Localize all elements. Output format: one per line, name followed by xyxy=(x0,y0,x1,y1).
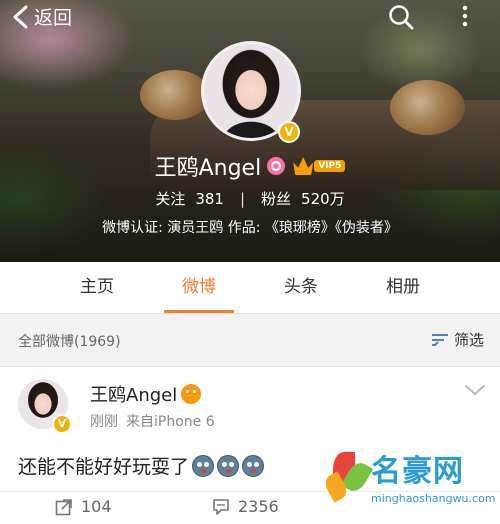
post-text-content: 还能不能好好玩耍了 xyxy=(18,456,190,478)
search-icon[interactable] xyxy=(387,3,415,31)
post-author-name[interactable]: 王鸥Angel xyxy=(90,381,177,407)
followers-stat[interactable]: 粉丝 520万 xyxy=(261,188,345,209)
filter-icon xyxy=(431,333,448,346)
watermark-url: minghaoshangwu.com xyxy=(371,492,496,505)
post-meta: 刚刚 来自iPhone 6 xyxy=(90,411,215,431)
post-text: 还能不能好好玩耍了 xyxy=(18,452,265,479)
post-time: 刚刚 xyxy=(90,414,118,430)
back-label: 返回 xyxy=(34,7,73,29)
husky-emoji-icon xyxy=(242,454,265,477)
comment-count: 2356 xyxy=(238,497,279,516)
comment-button[interactable]: 2356 xyxy=(212,497,279,516)
profile-tabs: 主页 微博 头条 相册 xyxy=(0,262,500,314)
following-stat[interactable]: 关注 381 xyxy=(155,188,224,209)
feed-filter-bar: 全部微博(1969) 筛选 xyxy=(0,314,500,366)
chevron-left-icon xyxy=(13,5,28,28)
repost-icon xyxy=(55,498,72,515)
profile-name-row: 王鸥Angel VIP5 xyxy=(0,150,500,182)
comment-icon xyxy=(213,498,229,515)
profile-name: 王鸥Angel xyxy=(154,156,262,181)
following-count: 381 xyxy=(195,190,224,208)
chevron-down-icon[interactable] xyxy=(464,383,486,397)
verification-text: 微博认证: 演员王鸥 作品: 《琅琊榜》《伪装者》 xyxy=(102,220,398,236)
repost-button[interactable]: 104 xyxy=(55,497,112,516)
verified-badge-icon: V xyxy=(278,121,300,143)
more-icon[interactable] xyxy=(454,4,476,28)
site-watermark: 名豪网 minghaoshangwu.com xyxy=(321,440,496,520)
filter-button[interactable]: 筛选 xyxy=(431,329,484,350)
tab-weibo[interactable]: 微博 xyxy=(148,262,250,313)
followers-count: 520万 xyxy=(301,190,345,208)
stats-separator: | xyxy=(239,189,246,208)
profile-cover: 返回 V 王鸥Angel VIP5 关注381 | 粉丝520万 微博认证: xyxy=(0,0,500,262)
all-weibo-count[interactable]: 全部微博(1969) xyxy=(18,331,121,351)
tab-home[interactable]: 主页 xyxy=(46,262,148,313)
tab-album[interactable]: 相册 xyxy=(352,262,454,313)
filter-label: 筛选 xyxy=(453,331,484,349)
post-verified-badge-icon: V xyxy=(52,414,72,434)
watermark-title: 名豪网 xyxy=(371,454,464,489)
back-button[interactable]: 返回 xyxy=(10,3,72,30)
repost-count: 104 xyxy=(81,497,112,516)
husky-emoji-icon xyxy=(217,454,240,477)
followers-label: 粉丝 xyxy=(261,190,292,208)
post-author-row: 王鸥Angel xyxy=(90,381,202,407)
top-bar: 返回 xyxy=(0,0,500,34)
husky-emoji-icon xyxy=(192,454,215,477)
crown-icon xyxy=(293,157,314,175)
vip-level: VIP5 xyxy=(314,160,346,172)
female-gender-icon xyxy=(267,157,286,175)
following-label: 关注 xyxy=(155,190,186,208)
post-source: 来自iPhone 6 xyxy=(126,414,215,430)
vip-emoticon-icon xyxy=(181,384,202,404)
profile-stats: 关注 381 | 粉丝 520万 xyxy=(0,188,500,209)
vip-badge[interactable]: VIP5 xyxy=(293,157,346,175)
tab-headlines[interactable]: 头条 xyxy=(250,262,352,313)
